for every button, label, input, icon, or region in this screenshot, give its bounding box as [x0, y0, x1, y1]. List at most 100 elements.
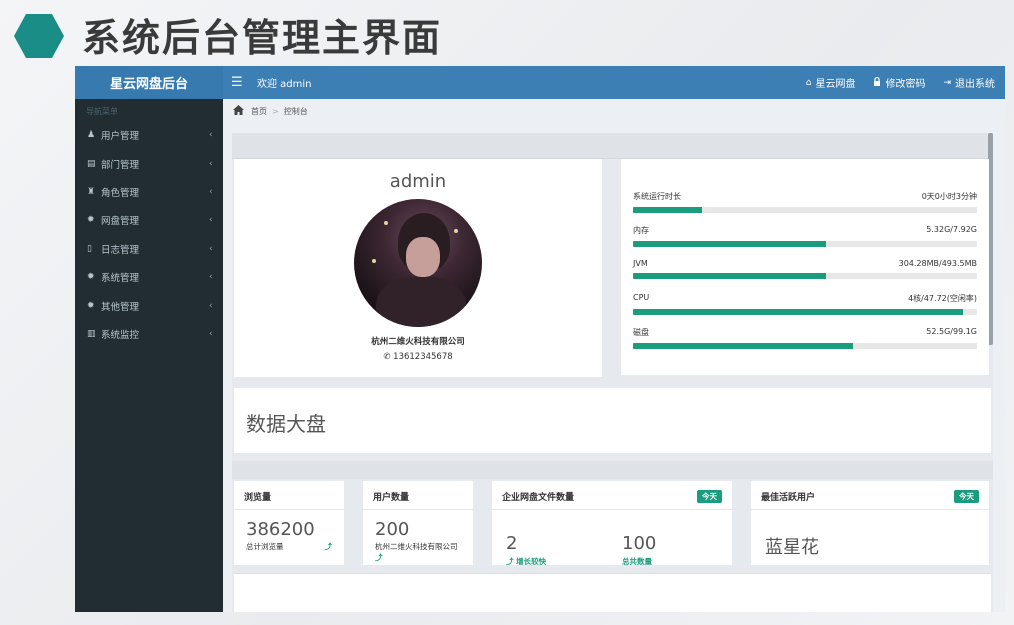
- change-password-link[interactable]: 修改密码: [873, 75, 925, 90]
- status-row-uptime: 系统运行时长 0天0小时3分钟: [633, 191, 977, 213]
- dashboard-strip: [232, 461, 993, 479]
- home-link[interactable]: ⌂ 星云网盘: [805, 75, 856, 91]
- logout-link[interactable]: ⇥ 退出系统: [943, 75, 995, 91]
- panel-toolbar-strip: [232, 133, 993, 159]
- sidebar-header: 导航菜单: [86, 107, 118, 116]
- views-card: 浏览量 386200 总计浏览量 ⤴: [234, 481, 344, 565]
- avatar-face: [406, 237, 440, 277]
- avatar-bokeh: [384, 221, 388, 225]
- progress-track: [633, 343, 977, 349]
- slide-title: 系统后台管理主界面: [82, 16, 443, 60]
- avatar-body: [376, 277, 466, 327]
- gear-icon: ✹: [87, 272, 95, 283]
- breadcrumb-home[interactable]: 首页: [251, 106, 267, 117]
- phone-icon: ✆: [383, 352, 394, 362]
- sidebar-item-label: 用户管理: [101, 131, 140, 143]
- logout-label: 退出系统: [955, 79, 995, 90]
- home-link-label: 星云网盘: [815, 79, 856, 90]
- home-icon: ⌂: [805, 77, 812, 88]
- chevron-left-icon: ‹: [209, 328, 213, 339]
- change-password-label: 修改密码: [885, 79, 926, 90]
- sidebar-item-logs[interactable]: ▯ 日志管理 ‹: [75, 235, 223, 263]
- progress-fill: [633, 309, 964, 315]
- status-label: 系统运行时长: [633, 192, 681, 201]
- card-title: 浏览量: [244, 493, 272, 503]
- profile-phone: ✆ 13612345678: [234, 352, 602, 362]
- chevron-left-icon: ‹: [209, 130, 213, 141]
- sidebar-item-label: 其他管理: [101, 301, 140, 313]
- breadcrumb: 首页 > 控制台: [223, 99, 1005, 123]
- users-value: 200: [375, 519, 410, 540]
- system-status-card: 系统运行时长 0天0小时3分钟 内存 5.32G/7.92G JVM 304.28MB…: [621, 159, 989, 375]
- files-total-value: 100: [622, 533, 657, 554]
- chevron-left-icon: ‹: [209, 300, 213, 311]
- sidebar-item-label: 角色管理: [101, 187, 140, 199]
- divider: [234, 509, 344, 510]
- status-label: 磁盘: [633, 328, 649, 337]
- progress-track: [633, 273, 977, 279]
- bar-chart-icon: ▥: [87, 328, 96, 339]
- sidebar-item-system[interactable]: ✹ 系统管理 ‹: [75, 263, 223, 291]
- sidebar-item-label: 系统监控: [101, 329, 140, 341]
- sidebar-item-departments[interactable]: ▤ 部门管理 ‹: [75, 149, 223, 177]
- gear-icon: ✹: [87, 300, 95, 311]
- status-value: 304.28MB/493.5MB: [898, 259, 977, 268]
- top-links: ⌂ 星云网盘 修改密码 ⇥ 退出系统: [788, 75, 995, 90]
- divider: [751, 509, 989, 510]
- logout-icon: ⇥: [943, 77, 951, 88]
- card-title: 最佳活跃用户: [761, 493, 816, 503]
- files-growth-value: 2: [506, 533, 518, 554]
- status-value: 0天0小时3分钟: [921, 192, 977, 201]
- status-label: CPU: [633, 293, 650, 302]
- trend-up-icon: ⤴: [375, 553, 383, 562]
- files-growth-label: ⤴ 增长较快: [506, 557, 547, 566]
- today-badge: 今天: [697, 490, 722, 503]
- sidebar-item-label: 日志管理: [101, 244, 140, 256]
- progress-track: [633, 241, 977, 247]
- growth-label-text: 增长较快: [516, 557, 547, 566]
- home-icon[interactable]: [233, 104, 244, 118]
- enterprise-files-card: 企业网盘文件数量 今天 2 ⤴ 增长较快 100 总共数量: [492, 481, 732, 566]
- views-value: 386200: [246, 519, 315, 540]
- next-section: [234, 573, 991, 612]
- admin-app-window: 星云网盘后台 ☰ 欢迎 admin ⌂ 星云网盘 修改密码 ⇥ 退出系统 导航菜…: [75, 66, 1005, 612]
- sidebar-item-roles[interactable]: ♜ 角色管理 ‹: [75, 178, 223, 206]
- sidebar-item-other[interactable]: ✹ 其他管理 ‹: [75, 291, 223, 319]
- divider: [492, 509, 732, 510]
- dashboard-title: 数据大盘: [246, 412, 326, 436]
- users-sub: 杭州二维火科技有限公司 ⤴: [375, 541, 463, 563]
- welcome-text: 欢迎 admin: [257, 79, 312, 90]
- id-card-icon: ▤: [87, 158, 96, 169]
- gear-icon: ✹: [87, 215, 95, 226]
- sidebar-item-label: 网盘管理: [101, 216, 140, 228]
- file-icon: ▯: [87, 243, 92, 254]
- status-label: 内存: [633, 226, 649, 235]
- profile-card: admin 杭州二维火科技有限公司 ✆ 13612345678: [234, 159, 602, 377]
- profile-company: 杭州二维火科技有限公司: [371, 337, 465, 347]
- trend-up-icon: ⤴: [324, 542, 333, 551]
- chevron-left-icon: ‹: [209, 186, 213, 197]
- card-title: 企业网盘文件数量: [502, 493, 575, 503]
- best-user-card: 最佳活跃用户 今天 蓝星花: [751, 481, 989, 565]
- top-navbar: 星云网盘后台 ☰ 欢迎 admin ⌂ 星云网盘 修改密码 ⇥ 退出系统: [75, 66, 1005, 99]
- menu-toggle-icon[interactable]: ☰: [231, 75, 245, 90]
- status-row-cpu: CPU 4核/47.72(空闲率): [633, 293, 977, 315]
- sidebar-item-monitor[interactable]: ▥ 系统监控 ‹: [75, 320, 223, 348]
- sidebar-item-netdisk[interactable]: ✹ 网盘管理 ‹: [75, 206, 223, 234]
- status-row-memory: 内存 5.32G/7.92G: [633, 225, 977, 247]
- sidebar-item-label: 部门管理: [101, 159, 140, 171]
- dashboard-panel: admin 杭州二维火科技有限公司 ✆ 13612345678 系统运行时长0: [232, 133, 993, 612]
- users-card: 用户数量 200 杭州二维火科技有限公司 ⤴: [363, 481, 473, 565]
- sidebar-item-users[interactable]: ♟ 用户管理 ‹: [75, 121, 223, 149]
- progress-track: [633, 207, 977, 213]
- main-content: 首页 > 控制台 admin 杭州二维火科技有限公司 ✆ 13612345678…: [223, 99, 1005, 612]
- status-label: JVM: [633, 259, 648, 268]
- card-title: 用户数量: [373, 493, 410, 503]
- breadcrumb-separator: >: [272, 106, 279, 116]
- status-row-disk: 磁盘 52.5G/99.1G: [633, 327, 977, 349]
- data-dashboard-header: 数据大盘: [234, 388, 991, 453]
- chevron-left-icon: ‹: [209, 215, 213, 226]
- lock-icon: [873, 76, 881, 89]
- avatar-bokeh: [372, 259, 376, 263]
- brand-logo[interactable]: 星云网盘后台: [75, 66, 223, 99]
